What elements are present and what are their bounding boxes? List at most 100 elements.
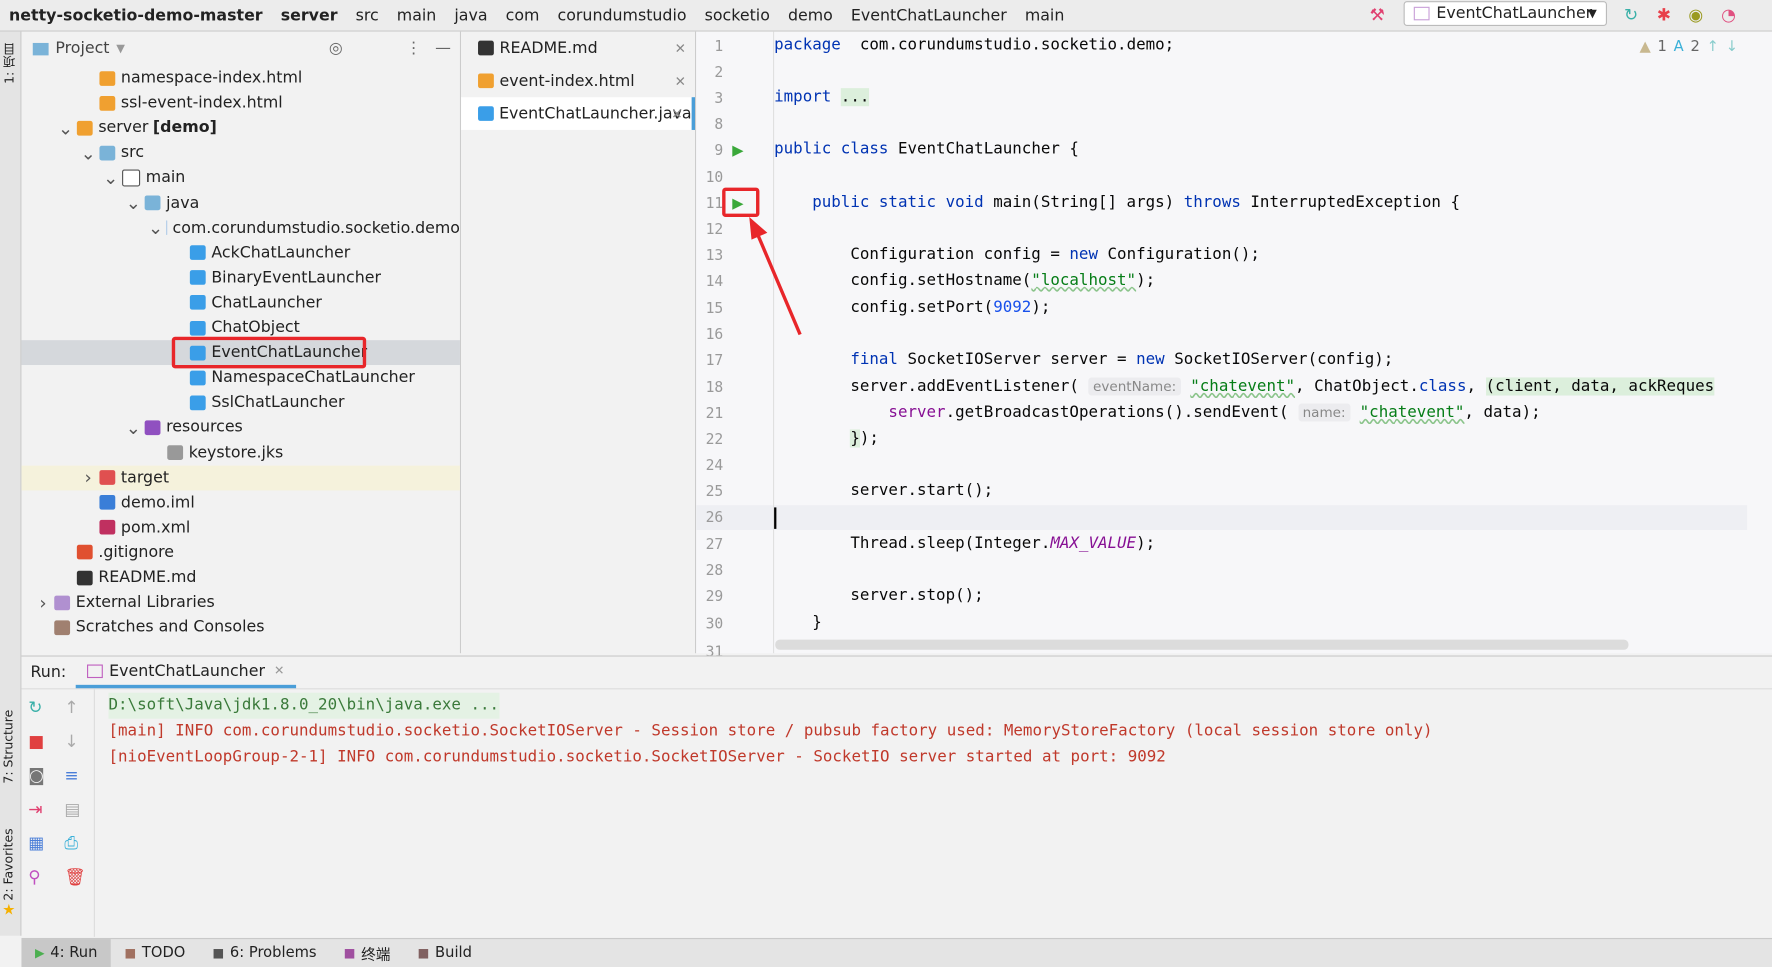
console-output[interactable]: D:\soft\Java\jdk1.8.0_20\bin\java.exe ..… — [94, 689, 1772, 936]
chevron-down-icon[interactable]: ▼ — [116, 42, 125, 54]
tree-item[interactable]: ›target — [21, 465, 459, 490]
code-line[interactable]: package com.corundumstudio.socketio.demo… — [774, 36, 1174, 54]
breadcrumb-item[interactable]: com — [497, 6, 549, 24]
code-line[interactable]: server.stop(); — [774, 587, 984, 605]
scroll-to-end-icon[interactable]: ▤ — [64, 799, 86, 819]
tree-item[interactable]: Scratches and Consoles — [21, 615, 459, 640]
tree-item[interactable]: AckChatLauncher — [21, 240, 459, 265]
tree-item[interactable]: SslChatLauncher — [21, 390, 459, 415]
run-tab[interactable]: EventChatLauncher ✕ — [75, 657, 295, 689]
code-line[interactable]: } — [774, 614, 822, 632]
rerun-icon[interactable]: ↻ — [28, 697, 44, 717]
tree-item[interactable]: pom.xml — [21, 515, 459, 540]
code-line[interactable]: Configuration config = new Configuration… — [774, 245, 1260, 263]
soft-wrap-icon[interactable]: ≡ — [64, 765, 86, 785]
code-line[interactable]: import ... — [774, 88, 869, 106]
breadcrumb-item[interactable]: netty-socketio-demo-master — [0, 6, 272, 24]
tree-item[interactable]: ⌄resources — [21, 415, 459, 440]
favorites-tool-tab[interactable]: 2: Favorites — [1, 828, 16, 900]
run-config-selector[interactable]: EventChatLauncher ▼ — [1404, 1, 1607, 26]
build-hammer-icon[interactable]: ⚒ — [1370, 5, 1385, 25]
code-line[interactable]: config.setHostname("localhost"); — [774, 271, 1155, 289]
chevron-down-icon[interactable]: ⌄ — [125, 417, 141, 438]
options-icon[interactable]: ⋮ — [406, 40, 422, 58]
code-line[interactable]: public class EventChatLauncher { — [774, 140, 1079, 158]
breadcrumb-item[interactable]: java — [445, 6, 496, 24]
tree-item[interactable]: ⌄main — [21, 165, 459, 190]
code-line[interactable]: final SocketIOServer server = new Socket… — [774, 350, 1393, 368]
bottom-tab[interactable]: ■终端 — [330, 939, 404, 967]
exit-icon[interactable]: ⇥ — [28, 799, 44, 819]
breadcrumb-item[interactable]: server — [272, 6, 347, 24]
inspection-widget[interactable]: ▲1 A2 ↑↓ — [1639, 38, 1738, 55]
minimize-icon[interactable]: — — [435, 40, 451, 58]
breadcrumb-item[interactable]: socketio — [696, 6, 779, 24]
tree-item[interactable]: ssl-event-index.html — [21, 91, 459, 116]
rerun-icon[interactable]: ↻ — [1624, 5, 1638, 25]
tree-item[interactable]: ChatLauncher — [21, 290, 459, 315]
file-tab[interactable]: README.md✕ — [461, 32, 695, 65]
breadcrumb-item[interactable]: demo — [779, 6, 842, 24]
chevron-right-icon[interactable]: › — [35, 592, 51, 613]
code-line[interactable]: }); — [774, 429, 879, 447]
profiler-icon[interactable]: ◔ — [1721, 5, 1736, 25]
file-tab[interactable]: event-index.html✕ — [461, 64, 695, 97]
breadcrumb-item[interactable]: src — [347, 6, 388, 24]
breadcrumb-item[interactable]: main — [1016, 6, 1074, 24]
chevron-down-icon[interactable]: ⌄ — [125, 192, 141, 213]
breadcrumb-item[interactable]: corundumstudio — [548, 6, 695, 24]
code-line[interactable]: public static void main(String[] args) t… — [774, 193, 1460, 211]
close-icon[interactable]: ✕ — [675, 40, 686, 56]
close-icon[interactable]: ✕ — [671, 106, 682, 122]
arrow-up-icon[interactable]: ↑ — [64, 697, 86, 717]
file-tab[interactable]: EventChatLauncher.java✕ — [461, 97, 695, 130]
run-coverage-icon[interactable]: ◉ — [1688, 5, 1703, 25]
camera-icon[interactable]: ◙ — [28, 765, 44, 785]
code-line[interactable]: server.start(); — [774, 481, 993, 499]
breadcrumb-item[interactable]: EventChatLauncher — [842, 6, 1016, 24]
project-panel-title[interactable]: Project — [55, 40, 109, 58]
code-line[interactable]: server.getBroadcastOperations().sendEven… — [774, 403, 1541, 421]
code-line[interactable]: config.setPort(9092); — [774, 298, 1050, 316]
close-icon[interactable]: ✕ — [675, 73, 686, 89]
code-editor[interactable]: 12389▶1011▶12131415161718212224252627282… — [696, 32, 1772, 654]
chevron-down-icon[interactable]: ⌄ — [58, 117, 74, 138]
tree-item[interactable]: BinaryEventLauncher — [21, 265, 459, 290]
chevron-down-icon[interactable]: ⌄ — [148, 217, 163, 238]
breadcrumb-item[interactable]: main — [388, 6, 446, 24]
tree-item[interactable]: ⌄java — [21, 190, 459, 215]
tree-item[interactable]: ⌄server[demo] — [21, 115, 459, 140]
tree-item[interactable]: ⌄src — [21, 140, 459, 165]
trash-icon[interactable]: 🗑 — [64, 867, 86, 887]
tree-item[interactable]: namespace-index.html — [21, 66, 459, 91]
tree-item[interactable]: ⌄com.corundumstudio.socketio.demo — [21, 215, 459, 240]
locate-icon[interactable]: ◎ — [329, 40, 343, 58]
chevron-right-icon[interactable]: › — [80, 467, 96, 488]
stop-icon[interactable]: ■ — [28, 731, 44, 751]
layout-icon[interactable]: ▦ — [28, 833, 44, 853]
code-line[interactable]: server.addEventListener( eventName: "cha… — [774, 377, 1714, 395]
arrow-up-icon[interactable]: ↑ — [1707, 38, 1719, 55]
bottom-tab[interactable]: ■6: Problems — [199, 939, 330, 967]
bottom-tab[interactable]: ■TODO — [111, 939, 199, 967]
horizontal-scrollbar[interactable] — [775, 640, 1628, 650]
arrow-down-icon[interactable]: ↓ — [1726, 38, 1738, 55]
structure-tool-tab[interactable]: 7: Structure — [1, 710, 16, 784]
tree-item[interactable]: NamespaceChatLauncher — [21, 365, 459, 390]
tree-item[interactable]: ›External Libraries — [21, 590, 459, 615]
tree-item[interactable]: demo.iml — [21, 490, 459, 515]
debug-bug-icon[interactable]: ✱ — [1657, 5, 1671, 25]
chevron-down-icon[interactable]: ⌄ — [103, 167, 119, 188]
chevron-down-icon[interactable]: ⌄ — [80, 142, 96, 163]
arrow-down-icon[interactable]: ↓ — [64, 731, 86, 751]
tree-item[interactable]: .gitignore — [21, 540, 459, 565]
run-gutter-icon[interactable]: ▶ — [732, 142, 743, 159]
close-icon[interactable]: ✕ — [274, 663, 284, 678]
project-tool-tab[interactable]: 1: 项目 — [1, 43, 19, 84]
bottom-tab[interactable]: ▶4: Run — [21, 939, 110, 967]
print-icon[interactable]: ⎙ — [64, 833, 86, 853]
pin-icon[interactable]: ⚲ — [28, 867, 44, 887]
code-line[interactable]: Thread.sleep(Integer.MAX_VALUE); — [774, 535, 1155, 553]
bottom-tab[interactable]: ■Build — [404, 939, 485, 967]
tree-item[interactable]: keystore.jks — [21, 440, 459, 465]
